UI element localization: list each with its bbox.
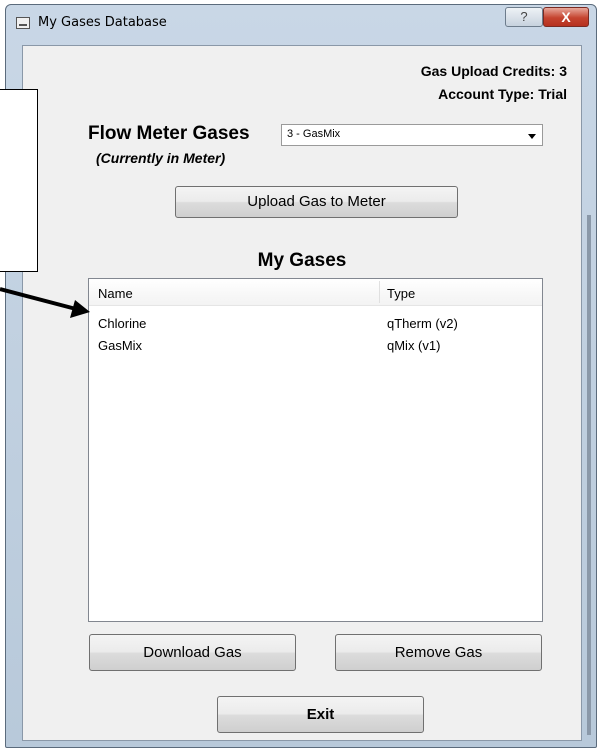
dialog-window: My Gases Database ? X Gas Upload Credits… bbox=[5, 4, 597, 748]
window-title: My Gases Database bbox=[38, 15, 167, 30]
remove-gas-button[interactable]: Remove Gas bbox=[335, 634, 542, 671]
gas-name: Chlorine bbox=[98, 316, 147, 331]
close-button[interactable]: X bbox=[543, 7, 589, 27]
column-divider[interactable] bbox=[379, 281, 380, 303]
exit-button[interactable]: Exit bbox=[217, 696, 424, 733]
meter-gas-dropdown[interactable]: 3 - GasMix bbox=[281, 124, 543, 146]
list-item[interactable]: Chlorine qTherm (v2) bbox=[89, 312, 542, 334]
list-header: Name Type bbox=[89, 279, 542, 306]
window-edge-strip bbox=[587, 215, 591, 735]
flow-meter-gases-label: Flow Meter Gases bbox=[88, 123, 250, 144]
dialog-client-area: Gas Upload Credits: 3 Account Type: Tria… bbox=[22, 45, 582, 741]
title-bar[interactable]: My Gases Database ? X bbox=[6, 5, 596, 41]
account-info: Gas Upload Credits: 3 Account Type: Tria… bbox=[421, 60, 567, 106]
column-header-type[interactable]: Type bbox=[387, 286, 415, 301]
gases-list[interactable]: Name Type Chlorine qTherm (v2) GasMix qM… bbox=[88, 278, 543, 622]
my-gases-title: My Gases bbox=[257, 250, 347, 271]
help-button[interactable]: ? bbox=[505, 7, 543, 27]
window-app-icon bbox=[16, 17, 30, 29]
gas-type: qMix (v1) bbox=[387, 338, 441, 353]
upload-gas-button[interactable]: Upload Gas to Meter bbox=[175, 186, 458, 218]
chevron-down-icon[interactable] bbox=[528, 134, 536, 139]
meter-gas-selected-value: 3 - GasMix bbox=[287, 128, 341, 140]
list-item[interactable]: GasMix qMix (v1) bbox=[89, 334, 542, 356]
gas-name: GasMix bbox=[98, 338, 143, 353]
upload-credits-label: Gas Upload Credits: 3 bbox=[420, 63, 567, 79]
gas-type: qTherm (v2) bbox=[387, 316, 458, 331]
download-gas-button[interactable]: Download Gas bbox=[89, 634, 296, 671]
column-header-name[interactable]: Name bbox=[98, 286, 133, 301]
callout-box bbox=[0, 89, 38, 272]
account-type-label: Account Type: Trial bbox=[438, 86, 567, 102]
currently-in-meter-label: (Currently in Meter) bbox=[96, 150, 226, 166]
